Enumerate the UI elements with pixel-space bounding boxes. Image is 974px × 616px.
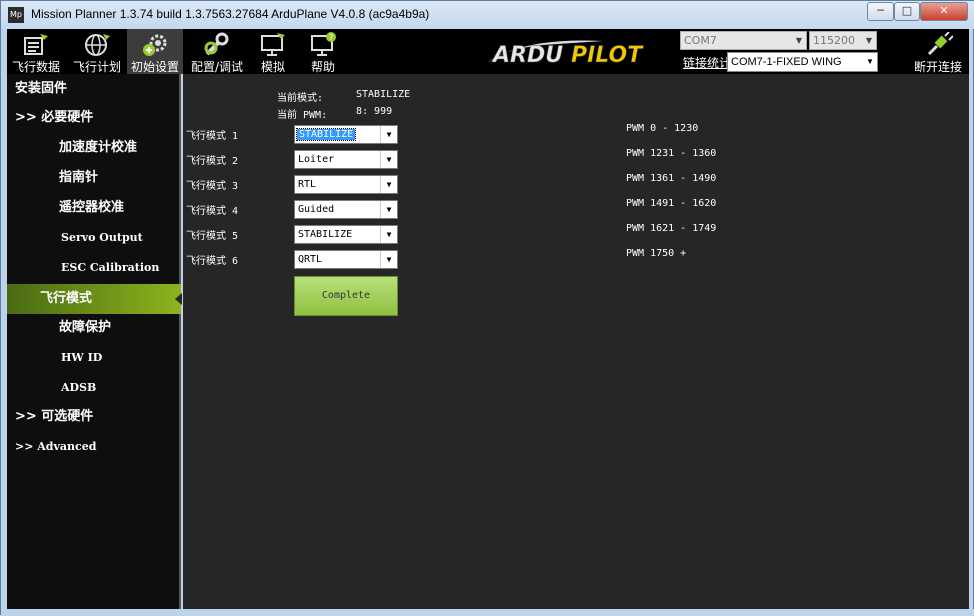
pwm-range: PWM 0 - 1230 — [626, 123, 699, 134]
current-pwm-value: 8: 999 — [356, 106, 393, 117]
disconnect-button[interactable]: 断开连接 — [907, 29, 969, 74]
flight-mode-3-select[interactable]: RTL ▼ — [294, 175, 398, 194]
toolbar-config-tuning[interactable]: 配置/调试 — [187, 29, 247, 74]
toolbar-flight-data[interactable]: 飞行数据 — [7, 29, 65, 74]
flight-mode-label: 飞行模式 5 — [186, 231, 239, 242]
current-mode-label: 当前模式: — [277, 93, 324, 104]
sidebar-item-compass[interactable]: 指南针 — [7, 163, 181, 193]
flight-mode-value: Guided — [298, 204, 335, 215]
sidebar-item-failsafe[interactable]: 故障保护 — [7, 313, 181, 343]
globe-icon — [85, 34, 110, 56]
toolbar-label: 配置/调试 — [190, 60, 244, 74]
gears-icon — [143, 34, 167, 56]
toolbar-label: 飞行数据 — [11, 60, 60, 74]
flight-mode-label: 飞行模式 2 — [186, 156, 239, 167]
current-mode-value: STABILIZE — [356, 89, 411, 100]
chevron-down-icon: ▼ — [380, 251, 397, 268]
pwm-range: PWM 1361 - 1490 — [626, 173, 717, 184]
flight-mode-4-select[interactable]: Guided ▼ — [294, 200, 398, 219]
mission-planner-app-icon: Mp — [8, 7, 24, 23]
flight-mode-1-select[interactable]: STABILIZE ▼ — [294, 125, 398, 144]
window-title: Mission Planner 1.3.74 build 1.3.7563.27… — [31, 7, 430, 21]
setup-sidebar: 安装固件 >> 必要硬件 加速度计校准 指南针 遥控器校准 Servo Outp… — [7, 74, 182, 609]
flight-mode-6-select[interactable]: QRTL ▼ — [294, 250, 398, 269]
toolbar-label: 初始设置 — [130, 60, 179, 74]
pwm-range: PWM 1491 - 1620 — [626, 198, 717, 209]
ardupilot-logo: ARDU PILOT — [487, 40, 645, 67]
help-monitor-icon: ? — [311, 32, 336, 56]
chevron-down-icon: ▼ — [380, 201, 397, 218]
flight-mode-value: Loiter — [298, 154, 335, 165]
monitor-icon — [261, 33, 285, 56]
chevron-down-icon: ▼ — [380, 176, 397, 193]
toolbar-simulation[interactable]: 模拟 — [251, 29, 295, 74]
minimize-button[interactable]: ─ — [867, 2, 894, 21]
chevron-down-icon: ▼ — [380, 126, 397, 143]
sidebar-item-radio-calibration[interactable]: 遥控器校准 — [7, 193, 181, 223]
main-toolbar: 飞行数据 飞行计划 初始设置 配置/调试 模拟 ? 帮助 ARDU PILOT … — [7, 29, 969, 74]
maximize-button[interactable]: □ — [894, 2, 920, 21]
flight-mode-label: 飞行模式 1 — [186, 131, 239, 142]
sidebar-item-accel-calibration[interactable]: 加速度计校准 — [7, 133, 181, 163]
baud-rate-value: 115200 — [813, 34, 855, 47]
com-port-select[interactable]: COM7 ▼ — [680, 31, 807, 50]
pwm-range: PWM 1231 - 1360 — [626, 148, 717, 159]
sidebar-item-servo-output[interactable]: Servo Output — [7, 223, 181, 253]
toolbar-label: 帮助 — [310, 60, 335, 74]
svg-text:ARDU: ARDU — [491, 43, 563, 67]
flight-data-icon — [24, 34, 48, 55]
title-bar[interactable]: Mp Mission Planner 1.3.74 build 1.3.7563… — [1, 1, 974, 29]
sidebar-item-advanced[interactable]: >> Advanced — [7, 432, 181, 462]
baud-rate-select[interactable]: 115200 ▼ — [809, 31, 877, 50]
chevron-down-icon: ▼ — [380, 151, 397, 168]
flight-mode-5-select[interactable]: STABILIZE ▼ — [294, 225, 398, 244]
chevron-down-icon: ▼ — [865, 36, 873, 45]
sidebar-item-hw-id[interactable]: HW ID — [7, 343, 181, 373]
close-button[interactable]: ✕ — [920, 2, 968, 21]
link-stats-link[interactable]: 链接统计 — [683, 54, 727, 71]
flight-mode-2-select[interactable]: Loiter ▼ — [294, 150, 398, 169]
sidebar-item-mandatory-hardware[interactable]: >> 必要硬件 — [7, 103, 181, 133]
flight-mode-value: QRTL — [298, 254, 323, 265]
chevron-down-icon: ▼ — [866, 57, 874, 66]
flight-mode-value: RTL — [298, 179, 317, 190]
main-window: Mp Mission Planner 1.3.74 build 1.3.7563… — [0, 0, 974, 616]
flight-mode-value: STABILIZE — [295, 128, 357, 141]
sidebar-item-flight-modes[interactable]: 飞行模式 — [7, 284, 182, 314]
vehicle-select[interactable]: COM7-1-FIXED WING ▼ — [727, 52, 878, 72]
sidebar-item-optional-hardware[interactable]: >> 可选硬件 — [7, 402, 181, 432]
toolbar-help[interactable]: ? 帮助 — [299, 29, 347, 74]
toolbar-flight-plan[interactable]: 飞行计划 — [67, 29, 127, 74]
current-pwm-label: 当前 PWM: — [277, 110, 328, 121]
flight-mode-value: STABILIZE — [298, 229, 353, 240]
toolbar-initial-setup[interactable]: 初始设置 — [127, 29, 183, 74]
flight-mode-label: 飞行模式 6 — [186, 256, 239, 267]
svg-text:PILOT: PILOT — [571, 43, 644, 67]
pwm-range: PWM 1621 - 1749 — [626, 223, 717, 234]
vehicle-value: COM7-1-FIXED WING — [731, 56, 842, 68]
sidebar-item-install-firmware[interactable]: 安装固件 — [7, 74, 181, 104]
com-port-value: COM7 — [684, 34, 717, 47]
disconnect-label: 断开连接 — [913, 60, 962, 74]
sidebar-item-esc-calibration[interactable]: ESC Calibration — [7, 253, 181, 283]
chevron-down-icon: ▼ — [795, 36, 803, 45]
flight-modes-panel: 当前模式: STABILIZE 当前 PWM: 8: 999 飞行模式 1 ST… — [183, 74, 969, 609]
flight-mode-label: 飞行模式 3 — [186, 181, 239, 192]
sidebar-item-adsb[interactable]: ADSB — [7, 373, 181, 403]
plug-icon — [927, 32, 953, 56]
chevron-down-icon: ▼ — [380, 226, 397, 243]
wrench-icon — [204, 32, 229, 56]
complete-button[interactable]: Complete — [294, 276, 398, 316]
toolbar-label: 飞行计划 — [72, 60, 121, 74]
svg-text:?: ? — [329, 33, 333, 42]
pwm-range: PWM 1750 + — [626, 248, 687, 259]
toolbar-label: 模拟 — [260, 60, 285, 74]
flight-mode-label: 飞行模式 4 — [186, 206, 239, 217]
